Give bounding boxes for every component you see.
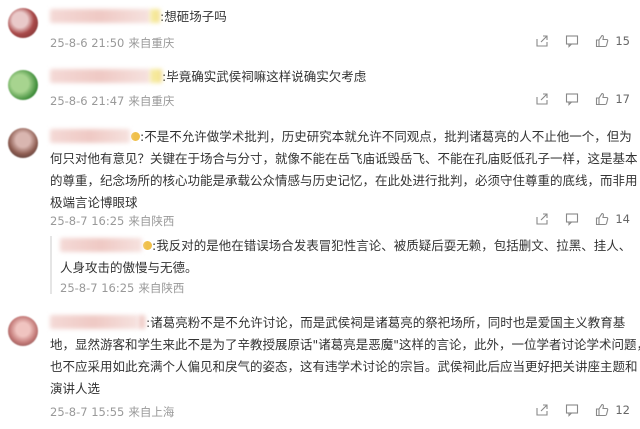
comment-text-line: 极端言论博眼球 — [50, 195, 138, 210]
share-button[interactable] — [535, 403, 549, 417]
share-button[interactable] — [535, 92, 549, 106]
reply-button[interactable] — [565, 212, 579, 226]
comment-location: 来自上海 — [128, 405, 175, 419]
share-icon — [536, 93, 548, 105]
avatar[interactable] — [8, 8, 38, 38]
like-icon — [596, 212, 609, 226]
like-count: 17 — [615, 92, 630, 106]
like-button[interactable]: 17 — [595, 92, 630, 106]
username-badge — [150, 69, 162, 83]
comment-icon — [566, 35, 579, 48]
reply-divider — [50, 236, 52, 294]
like-icon — [596, 34, 609, 48]
badge-icon — [131, 132, 140, 141]
reply-text: :我反对的是他在错误场合发表冒犯性言论、被质疑后耍无赖，包括删文、拉黑、挂人、 — [60, 235, 631, 257]
comment-location: 来自重庆 — [128, 94, 175, 108]
comment-meta: 25-8-7 15:55 来自上海 — [50, 404, 174, 420]
comment-actions: 17 — [523, 92, 630, 106]
comment-meta: 25-8-7 16:25 来自陕西 — [50, 213, 174, 229]
comment-text-line: 何只对他有意见？关键在于场合与分寸，就像不能在岳飞庙诋毁岳飞、不能在孔庙贬低孔子… — [50, 151, 638, 166]
username-badge — [138, 315, 146, 329]
reply-button[interactable] — [565, 403, 579, 417]
like-button[interactable]: 12 — [595, 403, 630, 417]
reply-button[interactable] — [565, 92, 579, 106]
comment-time: 25-8-6 21:50 — [50, 36, 125, 50]
avatar[interactable] — [8, 70, 38, 100]
comment-text-line: 演讲人选 — [50, 381, 101, 396]
username[interactable] — [60, 238, 142, 252]
like-count: 15 — [615, 34, 630, 48]
comment-text-line: 地，显然游客和学生来此不是为了辛教授展原话"诸葛亮是恶魔"这样的言论，此外，一位… — [50, 337, 640, 352]
comment-text-line: 的尊重，纪念场所的核心功能是承载公众情感与历史记忆，在此处进行批判，必须守住尊重… — [50, 173, 638, 188]
comment-text: :诸葛亮粉不是不允许讨论，而是武侯祠是诸葛亮的祭祀场所，同时也是爱国主义教育基 — [50, 312, 625, 334]
share-icon — [536, 35, 548, 47]
like-button[interactable]: 14 — [595, 212, 630, 226]
like-button[interactable]: 15 — [595, 34, 630, 48]
comment-location: 来自陕西 — [128, 214, 175, 228]
comment-text: :想砸场子吗 — [50, 6, 227, 28]
badge-icon — [143, 241, 152, 250]
username[interactable] — [50, 129, 130, 143]
reply-location: 来自陕西 — [138, 281, 185, 295]
comment-time: 25-8-7 15:55 — [50, 405, 125, 419]
like-count: 12 — [615, 403, 630, 417]
username[interactable] — [50, 9, 150, 23]
like-icon — [596, 403, 609, 417]
share-button[interactable] — [535, 34, 549, 48]
comment-location: 来自重庆 — [128, 36, 175, 50]
comment-meta: 25-8-6 21:50 来自重庆 — [50, 35, 174, 51]
avatar[interactable] — [8, 128, 38, 158]
like-count: 14 — [615, 212, 630, 226]
reply-meta: 25-8-7 16:25 来自陕西 — [60, 280, 184, 296]
username[interactable] — [50, 315, 138, 329]
comment-text: :毕竟确实武侯祠嘛这样说确实欠考虑 — [50, 66, 366, 88]
comment-actions: 14 — [523, 212, 630, 226]
comment-text-line: 也不应采用如此充满个人偏见和戾气的姿态，这有违学术讨论的宗旨。武侯祠此后应当更好… — [50, 359, 638, 374]
like-icon — [596, 92, 609, 106]
share-icon — [536, 213, 548, 225]
reply-button[interactable] — [565, 34, 579, 48]
comment-time: 25-8-6 21:47 — [50, 94, 125, 108]
share-button[interactable] — [535, 212, 549, 226]
comment-icon — [566, 404, 579, 417]
username-badge — [150, 9, 160, 23]
comment-actions: 15 — [523, 34, 630, 48]
comment-text: :不是不允许做学术批判，历史研究本就允许不同观点，批判诸葛亮的人不止他一个，但为 — [50, 126, 632, 148]
reply-time: 25-8-7 16:25 — [60, 281, 135, 295]
comment-icon — [566, 213, 579, 226]
comment-actions: 12 — [523, 403, 630, 417]
share-icon — [536, 404, 548, 416]
comment-time: 25-8-7 16:25 — [50, 214, 125, 228]
avatar[interactable] — [8, 316, 38, 346]
reply-text-line: 人身攻击的傲慢与无德。 — [60, 260, 198, 275]
username[interactable] — [50, 69, 150, 83]
comment-meta: 25-8-6 21:47 来自重庆 — [50, 93, 174, 109]
comment-icon — [566, 93, 579, 106]
